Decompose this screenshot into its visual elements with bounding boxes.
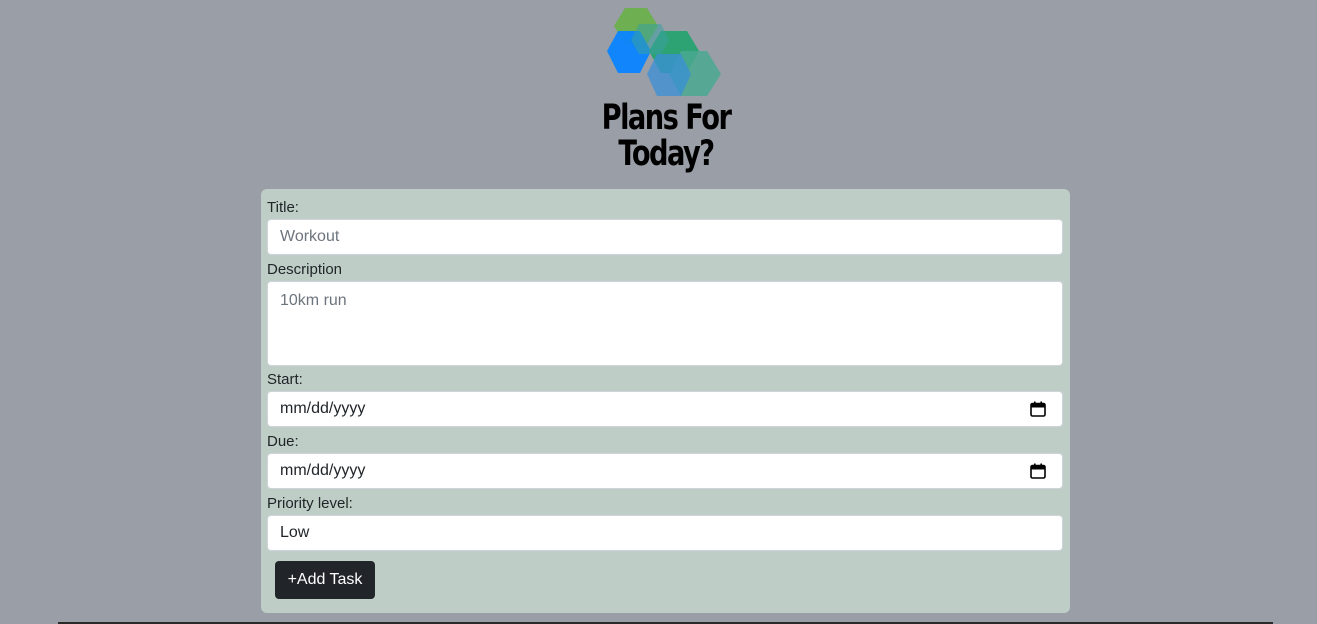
due-date-input[interactable]: mm/dd/yyyy (267, 453, 1063, 489)
due-date-value: mm/dd/yyyy (280, 462, 366, 479)
description-label: Description (267, 261, 343, 278)
priority-label: Priority level: (267, 495, 353, 512)
start-label: Start: (267, 371, 303, 388)
add-task-button[interactable]: +Add Task (275, 561, 375, 599)
calendar-icon[interactable] (1030, 463, 1046, 479)
app-title-line-2: Today? (618, 134, 715, 174)
hexagon-cubes-logo-icon (607, 8, 721, 96)
start-date-value: mm/dd/yyyy (280, 400, 366, 417)
title-label: Title: (267, 199, 299, 216)
title-input[interactable]: Workout (267, 219, 1063, 255)
app-title: Plans For Today? (588, 100, 744, 172)
priority-select[interactable]: Low (267, 515, 1063, 551)
due-label: Due: (267, 433, 299, 450)
description-textarea[interactable]: 10km run (267, 281, 1063, 366)
app-header: Plans For Today? (0, 0, 1317, 185)
app-title-line-1: Plans For (601, 98, 732, 138)
calendar-icon[interactable] (1030, 401, 1046, 417)
add-task-form: Title: Workout Description 10km run Star… (261, 189, 1070, 613)
start-date-input[interactable]: mm/dd/yyyy (267, 391, 1063, 427)
